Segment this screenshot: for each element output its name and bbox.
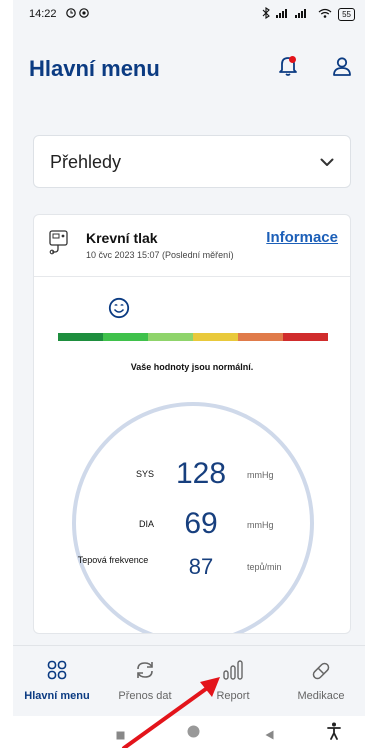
- sys-label: SYS: [135, 469, 154, 479]
- pill-icon: [310, 660, 332, 687]
- status-icons: 55: [262, 6, 355, 22]
- dia-reading-row: DIA 69 mmHg: [34, 505, 350, 545]
- page-title: Hlavní menu: [29, 56, 160, 81]
- sync-icon: [134, 660, 156, 685]
- grid-icon: [47, 660, 67, 685]
- pulse-unit: tepů/min: [247, 562, 282, 572]
- home-button-icon[interactable]: [187, 725, 200, 743]
- scale-segment-2: [103, 333, 148, 341]
- recent-apps-icon[interactable]: [116, 727, 125, 745]
- smiley-face-icon: [108, 297, 130, 324]
- scale-segment-6: [283, 333, 328, 341]
- bluetooth-icon: [262, 6, 270, 22]
- information-link[interactable]: Informace: [266, 229, 338, 246]
- app-screen: 14:22 55 Hlavní menu Přehledy Krevní tla…: [13, 0, 365, 716]
- nav-report-label: Report: [216, 690, 250, 702]
- dia-value: 69: [184, 507, 218, 540]
- nav-report[interactable]: Report: [189, 646, 277, 716]
- back-button-icon[interactable]: [265, 727, 274, 745]
- status-time: 14:22: [29, 8, 57, 20]
- pulse-reading-row: Tepová frekvence 87 tepů/min: [34, 550, 350, 590]
- alarm-icon: [65, 7, 91, 22]
- scale-segment-3: [148, 333, 193, 341]
- profile-icon[interactable]: [328, 52, 356, 80]
- accessibility-icon[interactable]: [327, 722, 341, 745]
- chevron-down-icon: [320, 154, 334, 172]
- nav-home-label: Hlavní menu: [24, 690, 90, 702]
- sys-unit: mmHg: [247, 470, 274, 480]
- wifi-icon: [318, 8, 332, 21]
- sys-reading-row: SYS 128 mmHg: [34, 455, 350, 495]
- bars-icon: [222, 660, 244, 685]
- scale-segment-4: [193, 333, 238, 341]
- blood-pressure-monitor-icon: [48, 229, 72, 260]
- nav-medication-label: Medikace: [297, 690, 345, 702]
- pulse-value: 87: [188, 554, 214, 579]
- card-header: Krevní tlak 10 čvc 2023 15:07 (Poslední …: [34, 215, 350, 277]
- dia-label: DIA: [138, 519, 154, 529]
- signal-icon: [276, 8, 312, 21]
- notification-bell-icon[interactable]: [274, 52, 302, 80]
- dropdown-value: Přehledy: [50, 152, 122, 172]
- status-message: Vaše hodnoty jsou normální.: [130, 362, 254, 372]
- overview-dropdown[interactable]: Přehledy: [33, 135, 351, 188]
- scale-segment-1: [58, 333, 103, 341]
- nav-data-transfer-label: Přenos dat: [118, 690, 172, 702]
- blood-pressure-card: Krevní tlak 10 čvc 2023 15:07 (Poslední …: [33, 214, 351, 634]
- bp-classification-scale: [58, 333, 328, 341]
- battery-indicator: 55: [338, 8, 355, 21]
- pulse-label: Tepová frekvence: [77, 555, 149, 565]
- scale-segment-5: [238, 333, 283, 341]
- dia-unit: mmHg: [247, 520, 274, 530]
- status-bar: 14:22 55: [13, 0, 365, 28]
- bottom-navigation: Hlavní menu Přenos dat Report Medikace: [13, 645, 365, 716]
- card-title: Krevní tlak: [86, 230, 158, 246]
- nav-medication[interactable]: Medikace: [277, 646, 365, 716]
- nav-data-transfer[interactable]: Přenos dat: [101, 646, 189, 716]
- nav-home[interactable]: Hlavní menu: [13, 646, 101, 716]
- sys-value: 128: [175, 457, 227, 490]
- system-navigation-bar: [13, 716, 365, 748]
- last-measurement-date: 10 čvc 2023 15:07 (Poslední měření): [86, 250, 234, 260]
